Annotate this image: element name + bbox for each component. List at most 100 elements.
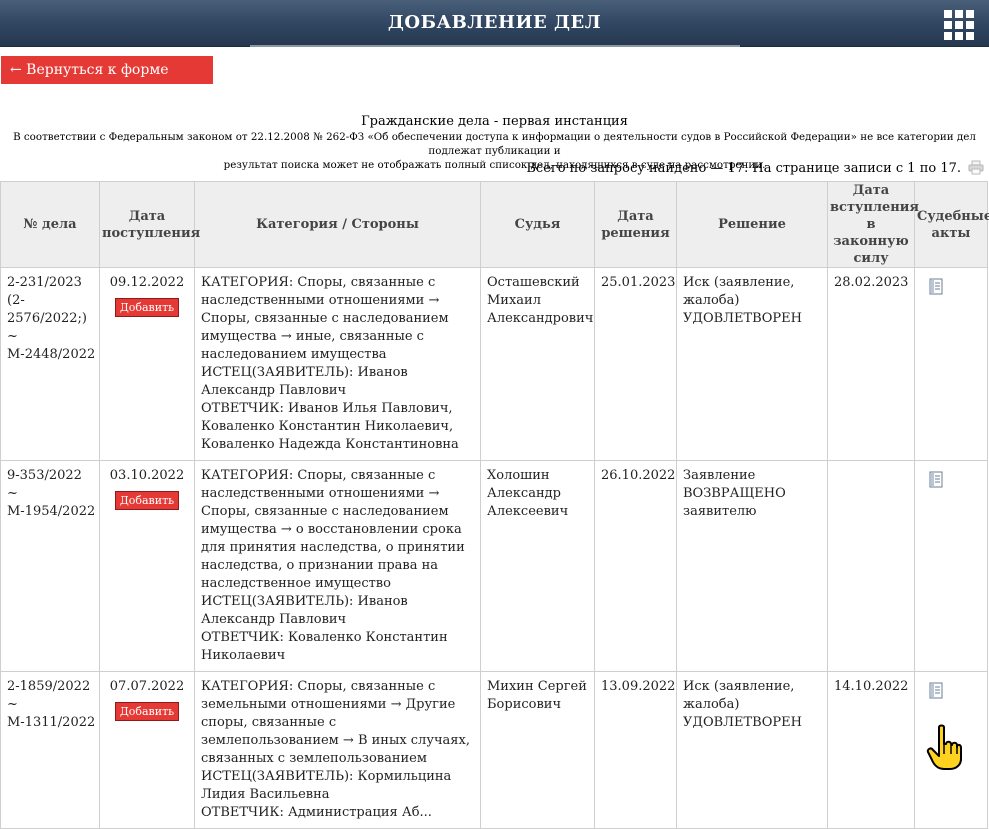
decision-cell: Иск (заявление, жалоба) УДОВЛЕТВОРЕН [676, 267, 828, 461]
date-received: 09.12.2022 [109, 275, 185, 290]
category-line: ИСТЕЦ(ЗАЯВИТЕЛЬ): Иванов [201, 594, 408, 609]
judge-name-line: Алексеевич [487, 504, 569, 519]
case-number-line: 2-1859/2022 [7, 679, 91, 694]
date-received-cell: 09.12.2022 Добавить [99, 267, 195, 461]
print-icon[interactable] [968, 160, 984, 175]
effective-date: 14.10.2022 [834, 679, 909, 694]
decision-date: 13.09.2022 [601, 679, 676, 694]
results-count: Всего по запросу найдено — 17. На страни… [526, 161, 961, 176]
header-category-parties[interactable]: Категория / Стороны [194, 181, 481, 268]
category-line: имущества → о восстановлении срока [201, 522, 462, 537]
judge-name-line: Борисович [487, 697, 562, 712]
header-effective-date[interactable]: Дата вступления в законную силу [827, 181, 919, 268]
judge-name-line: Холошин [487, 468, 550, 483]
category-line: Александр Павлович [201, 612, 347, 627]
case-number-line: ~ [7, 329, 18, 344]
case-number-line: (2- [7, 293, 25, 308]
judge-cell: Холошин Александр Алексеевич [480, 460, 595, 672]
header-court-acts[interactable]: Судебные акты [914, 181, 989, 268]
date-received: 07.07.2022 [109, 679, 185, 694]
title-underline [250, 45, 740, 47]
decision-date: 26.10.2022 [601, 468, 676, 483]
category-line: КАТЕГОРИЯ: Споры, связанные с [201, 275, 436, 290]
category-line: споры, связанные с [201, 715, 337, 730]
category-line: ИСТЕЦ(ЗАЯВИТЕЛЬ): Иванов [201, 365, 408, 380]
category-line: Лидия Васильевна [201, 787, 330, 802]
date-received-cell: 03.10.2022 Добавить [99, 460, 195, 672]
section-title: Гражданские дела - первая инстанция [361, 114, 628, 129]
document-icon[interactable] [929, 278, 944, 295]
case-number-line: М-2448/2022 [7, 347, 96, 362]
cases-table: № дела Дата поступления Категория / Стор… [0, 181, 989, 829]
decision-line: жалоба) [683, 293, 740, 308]
judge-name-line: Михин Сергей [487, 679, 587, 694]
category-line: КАТЕГОРИЯ: Споры, связанные с [201, 679, 436, 694]
court-acts-cell [914, 267, 988, 461]
table-row: 2-231/2023 (2- 2576/2022;) ~ М-2448/2022 09.1… [0, 267, 988, 461]
effective-date: 28.02.2023 [834, 275, 909, 290]
category-line: для принятия наследства, о принятии [201, 540, 465, 555]
table-header-row: № дела Дата поступления Категория / Стор… [0, 181, 989, 268]
add-case-button[interactable]: Добавить [114, 298, 180, 317]
grid-menu-icon[interactable] [944, 10, 974, 40]
header-judge[interactable]: Судья [480, 181, 595, 268]
category-line: ОТВЕТЧИК: Иванов Илья Павлович, [201, 401, 453, 416]
category-line: связанных с землепользованием [201, 751, 427, 766]
category-line: Александр Павлович [201, 383, 347, 398]
judge-cell: Осташевский Михаил Александрович [480, 267, 595, 461]
decision-date-cell: 13.09.2022 [594, 671, 677, 829]
category-line: землепользованием → В иных случаях, [201, 733, 470, 748]
table-row: 2-1859/2022 ~ М-1311/2022 07.07.2022 Добавит… [0, 671, 988, 829]
date-received-cell: 07.07.2022 Добавить [99, 671, 195, 829]
case-number-cell[interactable]: 2-1859/2022 ~ М-1311/2022 [0, 671, 100, 829]
add-case-button[interactable]: Добавить [114, 491, 180, 510]
category-parties-cell: КАТЕГОРИЯ: Споры, связанные с наследствен… [194, 267, 481, 461]
judge-name-line: Михаил [487, 293, 541, 308]
decision-date-cell: 26.10.2022 [594, 460, 677, 672]
case-number-line: М-1311/2022 [7, 715, 96, 730]
court-acts-cell [914, 460, 988, 672]
header-decision[interactable]: Решение [676, 181, 828, 268]
case-number-line: ~ [7, 697, 18, 712]
table-row: 9-353/2022 ~ М-1954/2022 03.10.2022 Добавит… [0, 460, 988, 672]
decision-line: Иск (заявление, [683, 275, 795, 290]
category-parties-cell: КАТЕГОРИЯ: Споры, связанные с наследствен… [194, 460, 481, 672]
judge-name-line: Александрович [487, 311, 594, 326]
decision-date: 25.01.2023 [601, 275, 676, 290]
pointing-hand-icon[interactable] [926, 724, 962, 772]
case-number-cell[interactable]: 2-231/2023 (2- 2576/2022;) ~ М-2448/2022 [0, 267, 100, 461]
top-bar: ДОБАВЛЕНИЕ ДЕЛ [0, 0, 989, 47]
category-line: ИСТЕЦ(ЗАЯВИТЕЛЬ): Кормильцина [201, 769, 452, 784]
add-case-button[interactable]: Добавить [114, 702, 180, 721]
page-title: ДОБАВЛЕНИЕ ДЕЛ [387, 12, 602, 33]
category-line: наследованием имущества [201, 347, 387, 362]
category-line: Коваленко Надежда Константиновна [201, 437, 459, 452]
judge-name-line: Александр [487, 486, 561, 501]
case-number-line: 2-231/2023 [7, 275, 82, 290]
case-number-line: 9-353/2022 ~ [7, 468, 82, 501]
decision-date-cell: 25.01.2023 [594, 267, 677, 461]
judge-name-line: Осташевский [487, 275, 580, 290]
decision-line: Иск (заявление, [683, 679, 795, 694]
header-date-received[interactable]: Дата поступления [99, 181, 200, 268]
decision-line: жалоба) [683, 697, 740, 712]
case-number-line: 2576/2022;) [7, 311, 87, 326]
effective-date-cell: 14.10.2022 [827, 671, 915, 829]
category-line: земельными отношениями → Другие [201, 697, 456, 712]
category-line: наследственными отношениями → [201, 293, 440, 308]
category-line: ОТВЕТЧИК: Администрация Аб... [201, 805, 432, 820]
header-case-number[interactable]: № дела [0, 181, 100, 268]
header-decision-date[interactable]: Дата решения [594, 181, 677, 268]
document-icon[interactable] [929, 471, 944, 488]
category-line: Николаевич [201, 648, 286, 663]
decision-line: заявителю [683, 504, 757, 519]
document-icon[interactable] [929, 682, 944, 699]
date-received: 03.10.2022 [109, 468, 185, 483]
category-line: ОТВЕТЧИК: Коваленко Константин [201, 630, 448, 645]
category-line: наследства, о признании права на [201, 558, 439, 573]
back-to-search-button[interactable]: ← Вернуться к форме поиска [1, 56, 213, 106]
category-parties-cell: КАТЕГОРИЯ: Споры, связанные с земельными … [194, 671, 481, 829]
category-line: наследственными отношениями → [201, 486, 440, 501]
decision-line: УДОВЛЕТВОРЕН [683, 311, 802, 326]
case-number-cell[interactable]: 9-353/2022 ~ М-1954/2022 [0, 460, 100, 672]
